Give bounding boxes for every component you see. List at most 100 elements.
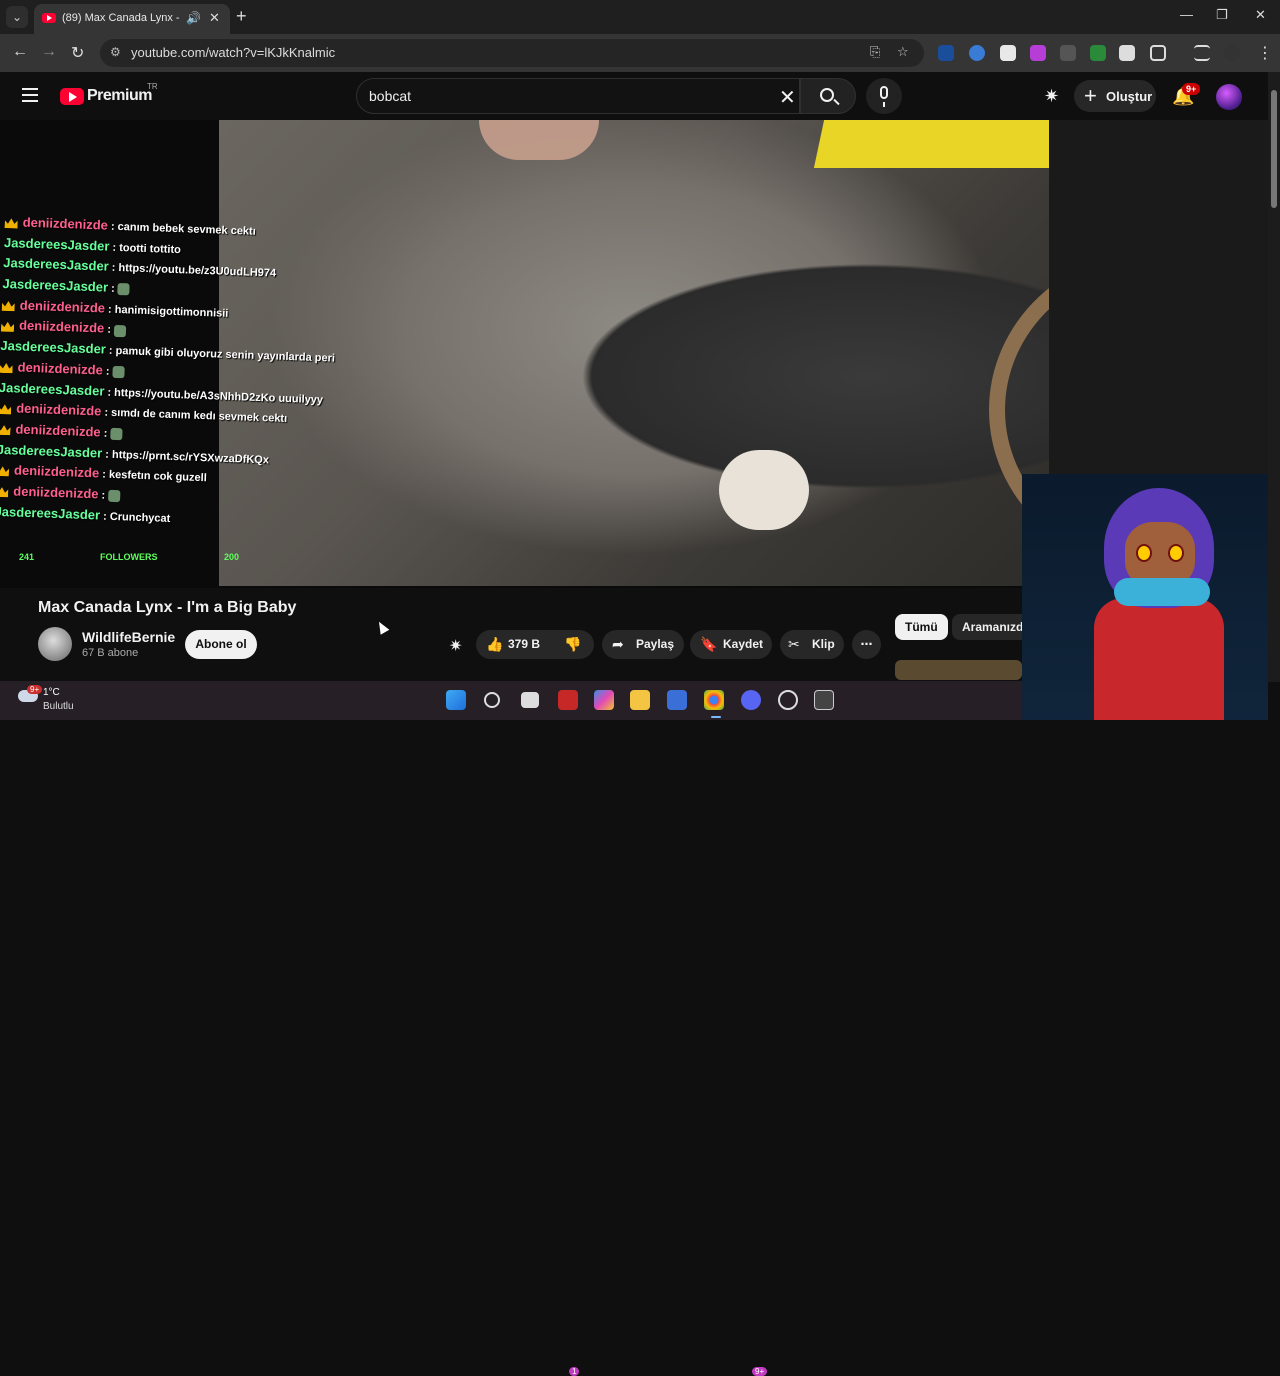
create-label: Oluştur (1106, 89, 1153, 104)
chat-text: : (107, 324, 112, 337)
subscribe-button[interactable]: Abone ol (185, 630, 257, 659)
chat-emote-icon (110, 427, 123, 441)
chat-username: deniizdenizde (13, 462, 100, 481)
taskbar-search-icon[interactable] (484, 692, 500, 708)
video-title: Max Canada Lynx - I'm a Big Baby (38, 599, 297, 616)
share-button[interactable]: ➦ Paylaş (602, 630, 684, 659)
video-hand (479, 120, 599, 160)
channel-name[interactable]: WildlifeBernie (82, 629, 175, 645)
chrome-active-indicator (711, 716, 721, 718)
search-input[interactable]: bobcat ✕ (356, 78, 800, 114)
account-avatar[interactable] (1216, 84, 1242, 110)
channel-avatar[interactable] (38, 627, 72, 661)
chat-text: : https://prnt.sc/rYSXwzaDfKQx (105, 448, 270, 466)
clip-button[interactable]: ✂ Klip (780, 630, 844, 659)
maximize-icon[interactable]: ❐ (1216, 7, 1228, 23)
clear-search-icon[interactable]: ✕ (779, 85, 796, 110)
save-label: Kaydet (723, 637, 764, 651)
app-l-icon[interactable] (558, 690, 578, 710)
crown-badge-icon (5, 218, 18, 228)
chat-text: : (105, 365, 110, 378)
video-frame[interactable] (219, 120, 1268, 586)
save-button[interactable]: 🔖 Kaydet (690, 630, 772, 659)
obs-icon[interactable] (778, 690, 798, 710)
extension-icon-4[interactable] (1030, 45, 1046, 61)
vrchat-icon[interactable] (814, 690, 834, 710)
extensions-puzzle-icon[interactable] (1150, 45, 1166, 61)
crown-badge-icon (0, 363, 13, 373)
new-tab-plus-icon[interactable]: + (236, 6, 247, 27)
address-bar[interactable]: ⚙ youtube.com/watch?v=lKJkKnalmic ⎘ ☆ (100, 39, 924, 67)
weather-condition[interactable]: Bulutlu (43, 701, 74, 712)
windows-taskbar: 9+ 1°C Bulutlu 1 9+ (0, 681, 1022, 1376)
search-icon (820, 88, 834, 102)
minimize-icon[interactable]: — (1180, 7, 1193, 22)
window-close-icon[interactable]: ✕ (1255, 7, 1266, 23)
task-view-icon[interactable] (521, 692, 539, 708)
chat-text: : hanimisigottimonnisii (107, 303, 229, 320)
chat-username: JasdereesJasder (3, 234, 110, 254)
temperature[interactable]: 1°C (43, 687, 60, 698)
extension-icon-2[interactable] (969, 45, 985, 61)
vtuber-avatar-overlay (1022, 474, 1268, 720)
youtube-logo-icon[interactable] (60, 88, 84, 105)
search-query[interactable]: bobcat (369, 88, 411, 104)
voice-search-button[interactable] (866, 78, 902, 114)
extension-icon-7[interactable] (1119, 45, 1135, 61)
vtuber-coat (1094, 598, 1224, 720)
back-arrow-icon[interactable]: ← (12, 43, 28, 61)
sparkle-ask-icon[interactable]: ✷ (449, 636, 462, 656)
extension-icon-3[interactable] (1000, 45, 1016, 61)
thumbs-up-icon[interactable]: 👍 (486, 630, 503, 659)
file-explorer-icon[interactable] (630, 690, 650, 710)
vtuber-scarf (1114, 578, 1210, 606)
share-label: Paylaş (636, 637, 675, 651)
gear-settings-icon[interactable]: ✷ (1044, 86, 1059, 107)
chip-all[interactable]: Tümü (895, 614, 948, 640)
hamburger-menu-icon[interactable] (22, 88, 38, 102)
profile-avatar-icon[interactable] (1224, 45, 1240, 61)
chat-username: JasdereesJasder (0, 379, 105, 399)
crown-badge-icon (0, 487, 8, 497)
extension-icon-6[interactable] (1090, 45, 1106, 61)
discord-icon[interactable] (741, 690, 761, 710)
chat-emote-icon (117, 283, 130, 296)
chrome-icon[interactable] (704, 690, 724, 710)
thumbs-down-icon[interactable]: 👎 (564, 630, 581, 659)
forward-arrow-icon[interactable]: → (41, 43, 57, 61)
microsoft-store-icon[interactable] (667, 690, 687, 710)
logo-text[interactable]: Premium (87, 87, 152, 105)
m365-copilot-icon[interactable] (594, 690, 614, 710)
chat-username: JasdereesJasder (0, 503, 101, 523)
extension-icon-5[interactable] (1060, 45, 1076, 61)
tab-search-chevron-icon[interactable]: ⌄ (6, 6, 28, 28)
windows-start-icon[interactable] (446, 690, 466, 710)
chat-text: : canım bebek sevmek cektı (110, 220, 256, 238)
reading-list-icon[interactable] (1194, 45, 1210, 61)
more-options-icon[interactable]: ⋯ (852, 630, 881, 659)
browser-tab[interactable]: (89) Max Canada Lynx - I'm 🔊 ✕ (34, 4, 230, 34)
bookmark-star-icon[interactable]: ☆ (897, 44, 909, 60)
scrollbar-thumb[interactable] (1271, 90, 1277, 208)
chat-text: : (110, 282, 115, 295)
discord-badge: 9+ (752, 1367, 768, 1376)
create-button[interactable]: + Oluştur (1074, 80, 1156, 112)
share-arrow-icon: ➦ (612, 636, 624, 652)
crown-badge-icon (2, 301, 15, 311)
speaker-icon[interactable]: 🔊 (186, 11, 201, 25)
extension-icon-1[interactable] (938, 45, 954, 61)
recommended-thumbnail[interactable] (895, 660, 1022, 680)
youtube-header: Premium TR bobcat ✕ ✷ + Oluştur 🔔 9+ (0, 72, 1280, 120)
like-count[interactable]: 379 B (508, 630, 540, 659)
chrome-menu-icon[interactable]: ⋮ (1257, 43, 1273, 63)
page-scrollbar[interactable] (1268, 72, 1280, 682)
site-info-icon[interactable]: ⚙ (110, 45, 121, 59)
url-text[interactable]: youtube.com/watch?v=lKJkKnalmic (131, 45, 335, 60)
chat-text: : sımdı de canım kedı sevmek cektı (104, 406, 288, 426)
app-l-badge: 1 (569, 1367, 580, 1376)
search-button[interactable] (800, 78, 856, 114)
reload-icon[interactable]: ↻ (71, 43, 84, 63)
tab-close-icon[interactable]: ✕ (209, 10, 220, 26)
install-app-icon[interactable]: ⎘ (870, 44, 880, 60)
chat-text: : kesfetın cok guzell (102, 468, 207, 485)
